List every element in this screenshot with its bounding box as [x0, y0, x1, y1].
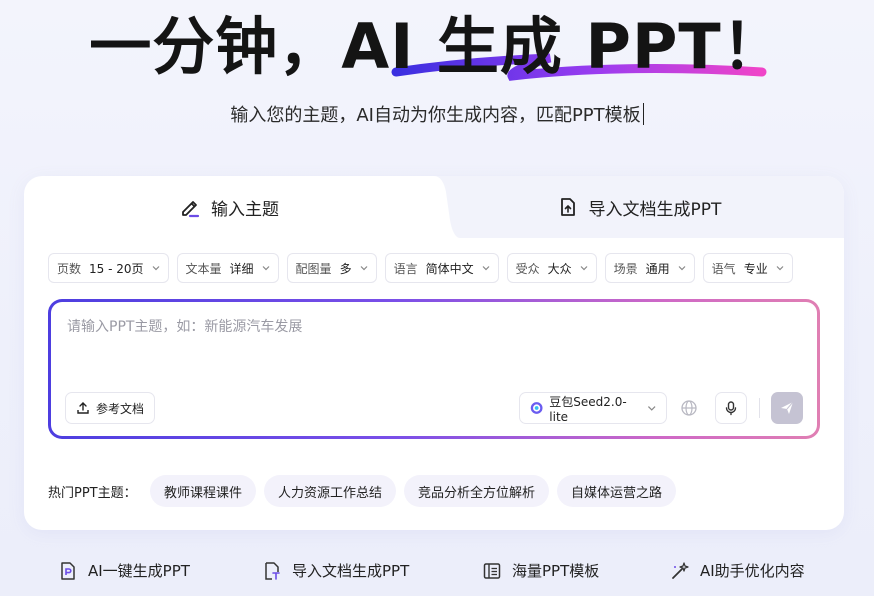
chevron-down-icon	[262, 266, 269, 271]
tab-input-topic[interactable]: 输入主题	[24, 176, 434, 238]
chevron-down-icon	[152, 266, 159, 271]
document-upload-icon	[560, 198, 575, 216]
globe-web-search-icon[interactable]	[679, 398, 699, 418]
topic-input-inner: 参考文档 豆包Seed2.0-lite	[51, 302, 817, 436]
doubao-logo-icon	[530, 402, 543, 414]
voice-input-button[interactable]	[715, 392, 747, 424]
model-select-dropdown[interactable]: 豆包Seed2.0-lite	[519, 392, 667, 424]
feature-ppt-templates[interactable]: 海量PPT模板	[482, 560, 599, 581]
pen-icon	[182, 201, 200, 218]
feature-ai-assistant-optimize[interactable]: AI助手优化内容	[670, 560, 805, 581]
microphone-icon	[725, 401, 737, 416]
chevron-down-icon	[776, 266, 784, 271]
chevron-down-icon	[678, 266, 686, 271]
chevron-down-icon	[360, 266, 368, 271]
chevron-down-icon	[482, 266, 490, 271]
parameter-bar: 页数 15 - 20页 文本量 详细 配图量多 语言 简体中文 受众 大众 场景 通用 语…	[48, 253, 793, 283]
feature-ai-generate-ppt[interactable]: AI一键生成PPT	[58, 560, 190, 581]
param-text-amount-dropdown[interactable]: 文本量 详细	[176, 253, 279, 283]
hot-topic-chip[interactable]: 竞品分析全方位解析	[404, 475, 550, 507]
tab-import-document[interactable]: 导入文档生成PPT	[434, 176, 844, 238]
param-pages-dropdown[interactable]: 页数 15 - 20页	[48, 253, 169, 283]
tab-label: 导入文档生成PPT	[588, 199, 722, 220]
toolbar-divider	[759, 398, 760, 418]
send-button[interactable]	[771, 392, 803, 424]
topic-input-container: 参考文档 豆包Seed2.0-lite	[48, 299, 820, 439]
feature-import-document[interactable]: 导入文档生成PPT	[262, 560, 409, 581]
send-paper-plane-icon	[781, 401, 794, 414]
ppt-file-icon	[61, 561, 75, 580]
hot-topic-chip[interactable]: 自媒体运营之路	[557, 475, 677, 507]
tab-label: 输入主题	[211, 199, 279, 220]
hot-topic-chip[interactable]: 人力资源工作总结	[264, 475, 397, 507]
text-caret	[642, 103, 644, 125]
hot-topics-label: 热门PPT主题：	[48, 486, 137, 501]
document-import-icon	[265, 561, 280, 580]
param-tone-dropdown[interactable]: 语气 专业	[702, 253, 793, 283]
param-audience-dropdown[interactable]: 受众 大众	[506, 253, 597, 283]
reference-document-button[interactable]: 参考文档	[65, 392, 156, 424]
param-language-dropdown[interactable]: 语言 简体中文	[384, 253, 499, 283]
chevron-down-icon	[647, 406, 656, 411]
chevron-down-icon	[580, 266, 588, 271]
hero-subtitle: 输入您的主题，AI自动为你生成内容，匹配PPT模板	[0, 101, 874, 127]
template-list-icon	[483, 562, 501, 579]
hot-topic-chip[interactable]: 教师课程课件	[150, 475, 257, 507]
param-scene-dropdown[interactable]: 场景 通用	[604, 253, 695, 283]
magic-wand-icon	[672, 561, 689, 579]
hot-topics-list: 教师课程课件 人力资源工作总结 竞品分析全方位解析 自媒体运营之路	[150, 475, 677, 507]
param-image-amount-dropdown[interactable]: 配图量多	[286, 253, 377, 283]
hero-title: 一分钟，AI 生成 PPT！	[89, 10, 785, 83]
topic-input[interactable]	[67, 316, 767, 356]
upload-icon	[77, 402, 89, 414]
